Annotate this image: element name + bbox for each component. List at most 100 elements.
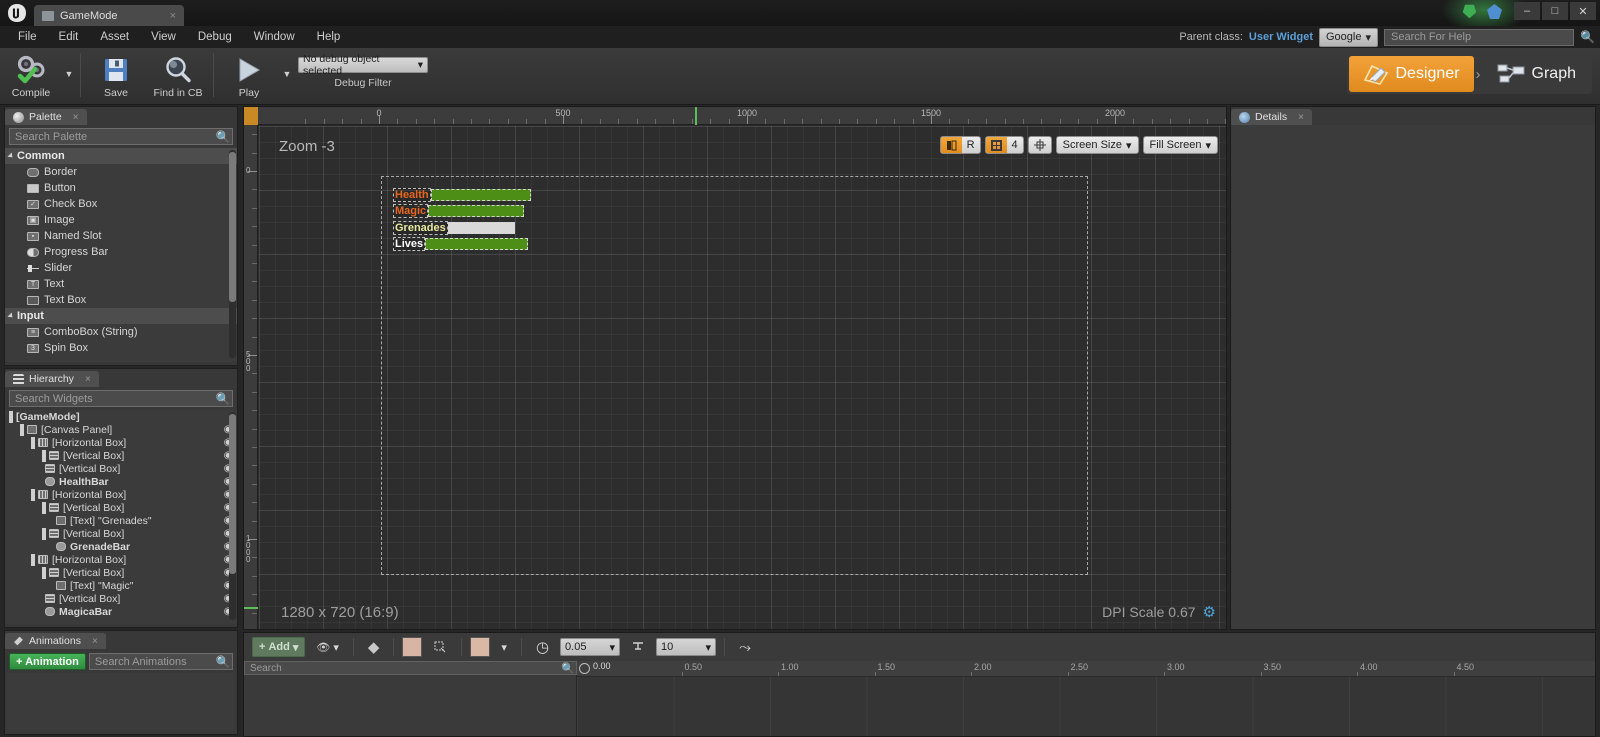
widget-progress-bar[interactable] [425, 238, 529, 250]
palette-search-input[interactable]: Search Palette 🔍 [9, 128, 233, 145]
close-icon[interactable]: × [85, 374, 91, 385]
close-icon[interactable]: × [73, 112, 79, 123]
resolution-toggle-button[interactable]: R [962, 137, 980, 153]
widget-text-label[interactable]: Health [393, 187, 431, 202]
grid-snap-value[interactable]: 4 [1007, 137, 1023, 153]
tab-palette[interactable]: Palette × [5, 109, 87, 125]
key-interp-swatch[interactable] [402, 637, 423, 657]
widget-progress-bar[interactable] [430, 188, 531, 201]
chevron-down-icon[interactable] [31, 488, 35, 501]
chevron-down-icon[interactable] [42, 501, 46, 514]
sequencer-track-tree[interactable] [244, 675, 577, 736]
resolution-toggle-group[interactable]: R [939, 136, 981, 154]
palette-list[interactable]: Common Border Button ✓ Check Box ▣ Image… [5, 148, 237, 362]
frame-snap-button[interactable] [625, 637, 651, 657]
widget-text-label[interactable]: Lives [393, 237, 426, 251]
palette-item-named-slot[interactable]: ▪ Named Slot [5, 228, 237, 244]
close-window-button[interactable]: ✕ [1570, 2, 1596, 20]
palette-item-image[interactable]: ▣ Image [5, 212, 237, 228]
sequencer-track-area[interactable] [577, 677, 1595, 736]
snap-region-button[interactable] [427, 637, 453, 657]
curve-dropdown[interactable]: ▾ [495, 637, 513, 657]
maximize-button[interactable]: □ [1542, 2, 1568, 20]
widget-progress-bar[interactable] [447, 221, 515, 234]
tab-animations[interactable]: Animations × [5, 633, 106, 649]
chevron-down-icon[interactable] [42, 566, 46, 579]
hierarchy-row[interactable]: [Vertical Box] ◉ [5, 501, 237, 514]
menu-view[interactable]: View [141, 28, 186, 46]
horizontal-ruler[interactable]: 0 500 1000 1500 2000 [258, 107, 1226, 125]
vertical-ruler[interactable]: 0 5 0 0 1 0 0 0 [244, 125, 258, 629]
palette-item-text[interactable]: T Text [5, 276, 237, 292]
search-icon[interactable]: 🔍 [1580, 30, 1595, 44]
close-icon[interactable]: × [170, 10, 176, 22]
hierarchy-row[interactable]: [Vertical Box] ◉ [5, 462, 237, 475]
play-button[interactable]: Play [218, 51, 280, 99]
widget-preview-row[interactable]: Health [393, 187, 531, 202]
source-control-icon[interactable] [1462, 4, 1477, 19]
help-search-input[interactable]: Search For Help [1384, 28, 1574, 46]
hierarchy-row[interactable]: [Text] "Magic" ◉ [5, 579, 237, 592]
snap-interval-field[interactable]: 0.05 ▾ [560, 638, 621, 656]
hierarchy-row[interactable]: [GameMode] [5, 410, 237, 423]
widget-preview-row[interactable]: Grenades [393, 220, 515, 235]
asset-tab-gamemode[interactable]: GameMode × [34, 5, 184, 26]
palette-item-check-box[interactable]: ✓ Check Box [5, 196, 237, 212]
sequencer-search-input[interactable]: Search 🔍 [244, 661, 577, 675]
widget-text-label[interactable]: Magic [393, 204, 429, 218]
sequencer-visibility-button[interactable]: 👁 ▾ [310, 637, 345, 657]
chevron-down-icon[interactable] [31, 553, 35, 566]
palette-item-progress-bar[interactable]: Progress Bar [5, 244, 237, 260]
screen-size-dropdown[interactable]: Screen Size ▾ [1055, 136, 1139, 154]
palette-item-button[interactable]: Button [5, 180, 237, 196]
minimize-button[interactable]: – [1514, 2, 1540, 20]
designer-viewport[interactable]: 0 500 1000 1500 2000 0 5 0 0 1 0 0 0 Zoom -3 R… [243, 106, 1227, 630]
chevron-right-icon[interactable] [42, 449, 46, 462]
hierarchy-tree[interactable]: [GameMode] [Canvas Panel] ◉ [Horizontal Box… [5, 410, 237, 624]
search-provider-dropdown[interactable]: Google ▾ [1318, 27, 1378, 47]
menu-window[interactable]: Window [244, 28, 305, 46]
hierarchy-row[interactable]: GrenadeBar ◉ [5, 540, 237, 553]
playhead-handle-icon[interactable] [579, 663, 590, 674]
tab-designer[interactable]: Designer [1348, 56, 1474, 92]
design-canvas[interactable]: Zoom -3 R 4 Screen Size ▾ Fill Screen ▾ … [259, 126, 1226, 629]
canvas-panel-bounds[interactable] [381, 176, 1088, 575]
curve-swatch[interactable] [470, 637, 491, 657]
palette-item-border[interactable]: Border [5, 164, 237, 180]
details-body[interactable] [1231, 125, 1595, 629]
transform-handle-group[interactable] [1027, 136, 1052, 154]
sequencer-ruler[interactable]: 0.00 0.50 1.00 1.50 2.00 2.50 3.00 3.50 4.00 4.5… [577, 661, 1595, 677]
menu-debug[interactable]: Debug [188, 28, 242, 46]
tab-hierarchy[interactable]: Hierarchy × [5, 371, 99, 387]
palette-group-common[interactable]: Common [5, 148, 237, 164]
animations-list[interactable] [7, 673, 235, 732]
hierarchy-row[interactable]: [Vertical Box] ◉ [5, 449, 237, 462]
chevron-down-icon[interactable] [31, 436, 35, 449]
palette-item-spin-box[interactable]: 3 Spin Box [5, 340, 237, 356]
hierarchy-search-input[interactable]: Search Widgets 🔍 [9, 390, 233, 407]
hierarchy-row[interactable]: [Vertical Box] ◉ [5, 592, 237, 605]
compile-dropdown-arrow[interactable]: ▼ [62, 51, 76, 97]
hierarchy-row[interactable]: [Vertical Box] ◉ [5, 566, 237, 579]
menu-file[interactable]: File [8, 28, 47, 46]
search-icon[interactable]: 🔍 [214, 655, 232, 669]
hierarchy-row[interactable]: MagicaBar ◉ [5, 605, 237, 618]
add-animation-button[interactable]: + Animation [9, 653, 86, 670]
widget-preview-row[interactable]: Magic [393, 204, 525, 218]
sequencer-timeline[interactable]: 0.00 0.50 1.00 1.50 2.00 2.50 3.00 3.50 4.00 4.5… [577, 661, 1595, 736]
move-tool-icon[interactable] [1029, 137, 1051, 153]
grid-icon[interactable] [985, 137, 1007, 153]
hierarchy-row[interactable]: [Horizontal Box] ◉ [5, 488, 237, 501]
palette-group-input[interactable]: Input [5, 308, 237, 324]
add-key-button[interactable]: ◆ [362, 637, 386, 657]
palette-item-combobox-string[interactable]: ≡ ComboBox (String) [5, 324, 237, 340]
search-icon[interactable]: 🔍 [214, 392, 232, 406]
palette-item-text-box[interactable]: Text Box [5, 292, 237, 308]
screen-outline-icon[interactable] [940, 137, 962, 153]
hierarchy-scrollbar[interactable] [229, 412, 236, 620]
hierarchy-row[interactable]: [Canvas Panel] ◉ [5, 423, 237, 436]
animations-search-input[interactable]: Search Animations 🔍 [88, 653, 233, 670]
frame-rate-field[interactable]: 10 ▾ [656, 638, 717, 656]
gear-icon[interactable]: ⚙ [1203, 603, 1216, 621]
menu-edit[interactable]: Edit [49, 28, 89, 46]
